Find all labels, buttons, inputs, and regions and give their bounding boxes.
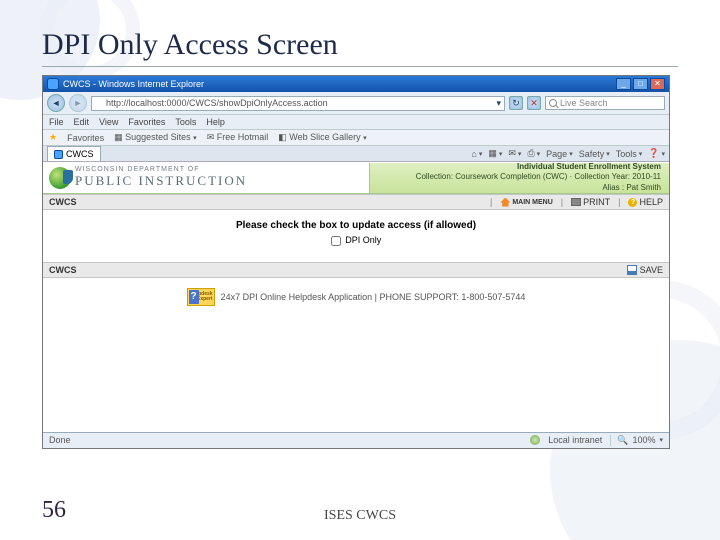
zoom-icon: 🔍 (617, 435, 628, 446)
search-placeholder: Live Search (560, 98, 608, 108)
window-titlebar: CWCS - Windows Internet Explorer _ □ ✕ (43, 76, 669, 92)
help-link[interactable]: ? HELP (628, 197, 663, 207)
address-bar-row: ◄ ► http://localhost:0000/CWCS/showDpiOn… (43, 92, 669, 115)
refresh-button[interactable]: ↻ (509, 96, 523, 110)
stop-button[interactable]: ✕ (527, 96, 541, 110)
dept-big-text: PUBLIC INSTRUCTION (75, 173, 247, 189)
minimize-button[interactable]: _ (616, 78, 631, 90)
dpi-logo: WISCONSIN DEPARTMENT OF PUBLIC INSTRUCTI… (43, 162, 369, 193)
favorites-bar: ★ Favorites ▦ Suggested Sites ▾ ✉ Free H… (43, 130, 669, 146)
zoom-value: 100% (632, 435, 655, 445)
search-icon (549, 99, 557, 107)
address-dropdown-icon[interactable]: ▾ (496, 98, 501, 109)
address-bar[interactable]: http://localhost:0000/CWCS/showDpiOnlyAc… (91, 96, 505, 111)
tools-tool[interactable]: Tools▾ (616, 149, 643, 159)
status-bar: Done Local intranet 🔍 100% ▾ (43, 432, 669, 448)
footer-text: ISES CWCS (324, 508, 396, 524)
maximize-button[interactable]: □ (633, 78, 648, 90)
ie-icon (47, 78, 59, 90)
free-hotmail-link[interactable]: ✉ Free Hotmail (207, 132, 269, 143)
globe-icon (49, 167, 71, 189)
browser-window: CWCS - Windows Internet Explorer _ □ ✕ ◄… (42, 75, 670, 449)
close-button[interactable]: ✕ (650, 78, 665, 90)
tab-label: CWCS (66, 149, 94, 159)
web-slice-link[interactable]: ◧ Web Slice Gallery ▾ (278, 132, 366, 143)
disk-icon (627, 265, 637, 275)
zone-text: Local intranet (548, 435, 602, 445)
forward-button[interactable]: ► (69, 94, 87, 112)
main-menu-link[interactable]: MAIN MENU (500, 198, 552, 207)
page-content: WISCONSIN DEPARTMENT OF PUBLIC INSTRUCTI… (43, 162, 669, 432)
zone-icon (530, 435, 540, 445)
helpdesk-badge-icon: Helpdesk Expert (187, 288, 215, 306)
breadcrumb2: CWCS (49, 265, 77, 275)
back-button[interactable]: ◄ (47, 94, 65, 112)
helpdesk-row: Helpdesk Expert 24x7 DPI Online Helpdesk… (43, 278, 669, 312)
print-link[interactable]: PRINT (571, 197, 610, 207)
sys-line2: Collection: Coursework Completion (CWC) … (378, 172, 661, 182)
blank-area (43, 312, 669, 432)
save-button[interactable]: SAVE (627, 265, 663, 275)
sys-line1: Individual Student Enrollment System (378, 162, 661, 172)
menu-help[interactable]: Help (206, 117, 225, 127)
address-text: http://localhost:0000/CWCS/showDpiOnlyAc… (106, 98, 328, 108)
window-title-text: CWCS - Windows Internet Explorer (63, 79, 204, 89)
menu-bar: File Edit View Favorites Tools Help (43, 115, 669, 130)
tab-row: CWCS ⌂▾ ▦▾ ✉▾ ⎙▾ Page▾ Safety▾ Tools▾ ❓▾ (43, 146, 669, 162)
sys-line3: Alias : Pat Smith (378, 183, 661, 193)
printer-icon (571, 198, 581, 206)
breadcrumb: CWCS (49, 197, 77, 207)
form-area: Please check the box to update access (i… (43, 210, 669, 262)
home-tool-icon[interactable]: ⌂▾ (471, 149, 482, 159)
favorites-star-icon[interactable]: ★ (49, 132, 57, 143)
help-icon: ? (628, 198, 637, 207)
favorites-label[interactable]: Favorites (67, 133, 104, 143)
home-icon (500, 198, 510, 207)
action-bar: CWCS SAVE (43, 262, 669, 278)
dpi-only-checkbox[interactable] (331, 236, 341, 246)
menu-tools[interactable]: Tools (175, 117, 196, 127)
dpi-only-label: DPI Only (345, 235, 381, 245)
status-done: Done (49, 435, 71, 445)
search-box[interactable]: Live Search (545, 96, 665, 110)
dept-small-text: WISCONSIN DEPARTMENT OF (75, 166, 247, 173)
mail-tool-icon[interactable]: ✉▾ (508, 148, 521, 159)
zoom-control[interactable]: 🔍 100% ▾ (610, 435, 663, 446)
page-icon (95, 99, 104, 108)
menu-file[interactable]: File (49, 117, 64, 127)
page-number: 56 (42, 497, 66, 524)
app-header: WISCONSIN DEPARTMENT OF PUBLIC INSTRUCTI… (43, 162, 669, 194)
tab-icon (54, 150, 63, 159)
help-tool-icon[interactable]: ❓▾ (648, 148, 665, 159)
menu-edit[interactable]: Edit (74, 117, 90, 127)
instruction-text: Please check the box to update access (i… (73, 220, 639, 231)
menu-view[interactable]: View (99, 117, 118, 127)
suggested-sites-link[interactable]: ▦ Suggested Sites ▾ (114, 132, 197, 143)
page-title: DPI Only Access Screen (42, 28, 678, 67)
tab-cwcs[interactable]: CWCS (47, 146, 101, 161)
menu-favorites[interactable]: Favorites (128, 117, 165, 127)
print-tool-icon[interactable]: ⎙▾ (527, 148, 540, 159)
safety-tool[interactable]: Safety▾ (579, 149, 610, 159)
feeds-tool-icon[interactable]: ▦▾ (488, 148, 502, 159)
page-tool[interactable]: Page▾ (546, 149, 573, 159)
helpdesk-text[interactable]: 24x7 DPI Online Helpdesk Application | P… (221, 292, 526, 302)
breadcrumb-bar: CWCS | MAIN MENU | PRINT | ? HEL (43, 194, 669, 210)
system-info: Individual Student Enrollment System Col… (369, 163, 669, 193)
